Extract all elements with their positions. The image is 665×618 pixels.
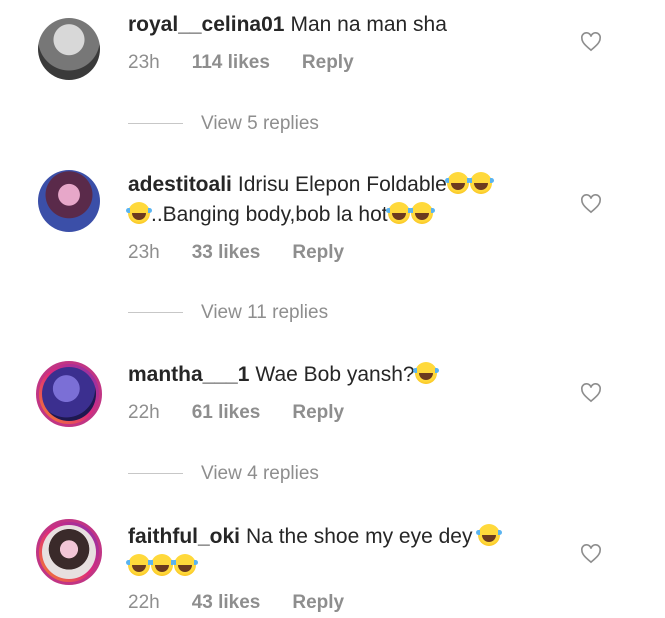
replies-divider: [128, 123, 183, 125]
comment-time: 22h: [128, 592, 160, 613]
comment-username[interactable]: royal__celina01: [128, 13, 284, 36]
comment-body: ..Banging body,bob la hot: [151, 203, 388, 226]
comment-likes[interactable]: 114 likes: [192, 52, 270, 73]
reply-button[interactable]: Reply: [292, 592, 344, 613]
comment-text: adestitoali Idrisu Elepon Foldable ..Bang…: [126, 170, 585, 230]
comment-likes[interactable]: 33 likes: [192, 242, 261, 263]
comment-time: 23h: [128, 242, 160, 263]
comment-username[interactable]: adestitoali: [128, 173, 232, 196]
laugh-emoji-icon: [467, 172, 494, 194]
laugh-emoji-icon: [408, 202, 435, 224]
avatar[interactable]: [38, 18, 100, 80]
comment-likes[interactable]: 61 likes: [192, 402, 261, 423]
comment-meta: 23h 114 likes Reply: [128, 52, 386, 74]
view-replies-label: View 4 replies: [201, 463, 319, 484]
laugh-emoji-icon: [444, 172, 471, 194]
comment-text: mantha___1 Wae Bob yansh?: [128, 360, 585, 390]
comment-time: 22h: [128, 402, 160, 423]
heart-icon[interactable]: [580, 32, 602, 52]
comment-likes[interactable]: 43 likes: [192, 592, 261, 613]
replies-divider: [128, 473, 183, 475]
comment-username[interactable]: faithful_oki: [128, 525, 240, 548]
heart-icon[interactable]: [580, 544, 602, 564]
laugh-emoji-icon: [412, 362, 439, 384]
heart-icon[interactable]: [580, 383, 602, 403]
comment-body: Na the shoe my eye dey: [246, 525, 473, 548]
avatar[interactable]: [36, 519, 102, 585]
reply-button[interactable]: Reply: [292, 402, 344, 423]
comment-meta: 23h 33 likes Reply: [128, 242, 376, 264]
view-replies-label: View 5 replies: [201, 113, 319, 134]
heart-icon[interactable]: [580, 194, 602, 214]
laugh-emoji-icon: [476, 524, 503, 546]
laugh-emoji-icon: [149, 554, 175, 576]
replies-divider: [128, 312, 183, 314]
view-replies-button[interactable]: View 11 replies: [128, 302, 328, 324]
laugh-emoji-icon: [172, 554, 198, 576]
comment-text: royal__celina01 Man na man sha: [128, 10, 585, 40]
view-replies-label: View 11 replies: [201, 302, 329, 323]
comment-meta: 22h 61 likes Reply: [128, 402, 376, 424]
laugh-emoji-icon: [126, 554, 152, 576]
comment-meta: 22h 43 likes Reply: [128, 592, 376, 614]
view-replies-button[interactable]: View 5 replies: [128, 113, 319, 135]
comment-body: Wae Bob yansh?: [255, 363, 415, 386]
avatar[interactable]: [36, 361, 102, 427]
comment-text: faithful_oki Na the shoe my eye dey: [126, 522, 585, 582]
comment-body: Idrisu Elepon Foldable: [237, 173, 447, 196]
comment-username[interactable]: mantha___1: [128, 363, 249, 386]
view-replies-button[interactable]: View 4 replies: [128, 463, 319, 485]
comment-body: Man na man sha: [290, 13, 447, 36]
laugh-emoji-icon: [126, 202, 152, 224]
laugh-emoji-icon: [385, 202, 412, 224]
reply-button[interactable]: Reply: [302, 52, 354, 73]
avatar[interactable]: [38, 170, 100, 232]
comment-time: 23h: [128, 52, 160, 73]
reply-button[interactable]: Reply: [292, 242, 344, 263]
